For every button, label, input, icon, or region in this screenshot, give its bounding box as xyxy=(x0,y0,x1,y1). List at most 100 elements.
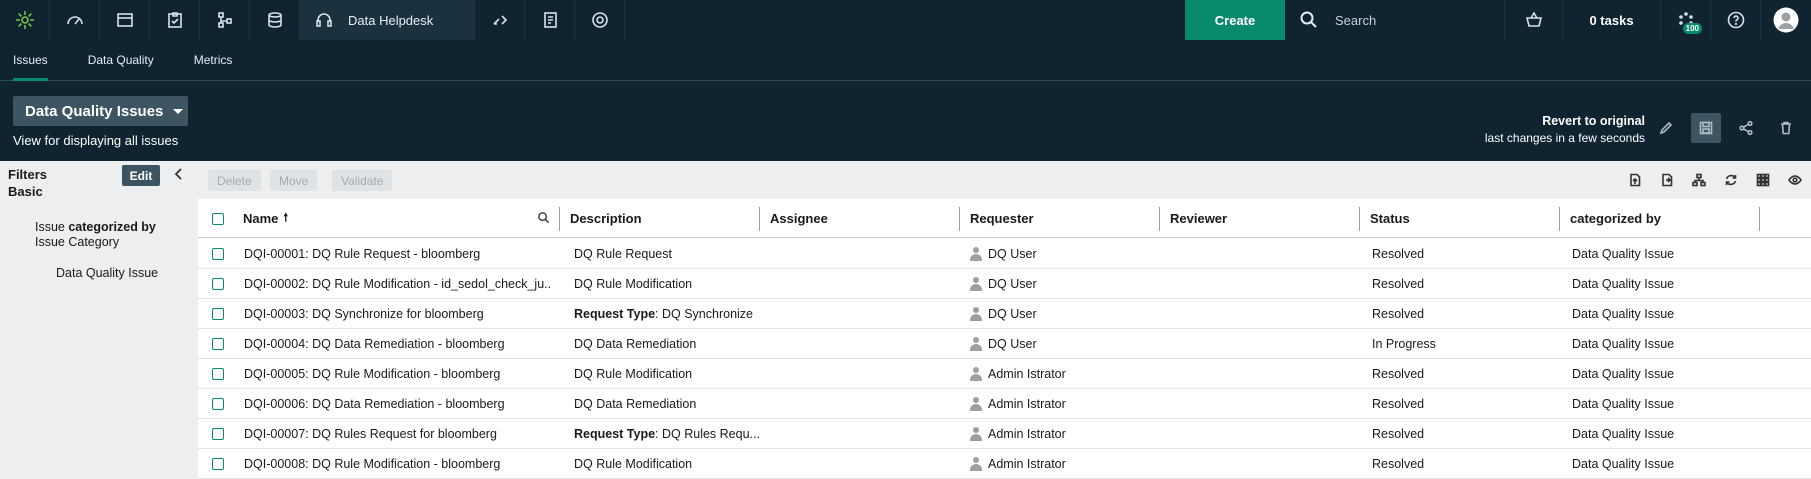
cell-requester[interactable]: DQ User xyxy=(970,239,1160,269)
column-header-reviewer[interactable]: Reviewer xyxy=(1170,199,1360,238)
database-icon[interactable] xyxy=(250,0,300,40)
filter-group-target: Issue Category xyxy=(35,235,120,249)
tab-issues[interactable]: Issues xyxy=(13,40,48,81)
revert-info[interactable]: Revert to original last changes in a few… xyxy=(1485,113,1645,147)
cell-name[interactable]: DQI-00006: DQ Data Remediation - bloombe… xyxy=(244,389,550,419)
row-checkbox[interactable] xyxy=(212,368,224,380)
cell-category[interactable]: Data Quality Issue xyxy=(1572,299,1674,329)
edit-view-button[interactable] xyxy=(1651,113,1681,143)
column-divider[interactable] xyxy=(559,207,560,231)
cell-requester[interactable]: Admin Istrator xyxy=(970,389,1160,419)
folder-icon[interactable] xyxy=(100,0,150,40)
grid-toolbar: Delete Move Validate xyxy=(198,161,1811,199)
app-switcher-data-helpdesk[interactable]: Data Helpdesk xyxy=(300,0,475,40)
dashboard-icon[interactable] xyxy=(50,0,100,40)
cell-category[interactable]: Data Quality Issue xyxy=(1572,239,1674,269)
save-view-button[interactable] xyxy=(1691,113,1721,143)
cell-requester[interactable]: Admin Istrator xyxy=(970,419,1160,449)
row-checkbox[interactable] xyxy=(212,248,224,260)
cell-requester[interactable]: DQ User xyxy=(970,329,1160,359)
row-checkbox[interactable] xyxy=(212,308,224,320)
cell-name[interactable]: DQI-00007: DQ Rules Request for bloomber… xyxy=(244,419,550,449)
user-icon xyxy=(970,247,982,261)
column-header-description[interactable]: Description xyxy=(570,199,760,238)
cell-name[interactable]: DQI-00002: DQ Rule Modification - id_sed… xyxy=(244,269,550,299)
table-row[interactable]: DQI-00003: DQ Synchronize for bloomberg … xyxy=(198,299,1811,329)
tasks-button[interactable]: 0 tasks xyxy=(1563,0,1661,40)
row-checkbox[interactable] xyxy=(212,428,224,440)
validate-button[interactable]: Validate xyxy=(332,170,393,191)
table-row[interactable]: DQI-00007: DQ Rules Request for bloomber… xyxy=(198,419,1811,449)
row-checkbox[interactable] xyxy=(212,398,224,410)
user-icon xyxy=(970,277,982,291)
edit-filters-button[interactable]: Edit xyxy=(122,165,160,186)
filter-value-data-quality-issue[interactable]: Data Quality Issue xyxy=(56,266,158,280)
delete-button[interactable]: Delete xyxy=(208,170,261,191)
table-row[interactable]: DQI-00008: DQ Rule Modification - bloomb… xyxy=(198,449,1811,479)
hierarchy-view-icon[interactable] xyxy=(1689,170,1709,190)
delete-view-button[interactable] xyxy=(1771,113,1801,143)
cell-category[interactable]: Data Quality Issue xyxy=(1572,269,1674,299)
eye-icon[interactable] xyxy=(1785,170,1805,190)
search-box[interactable]: Search xyxy=(1285,0,1505,40)
column-divider[interactable] xyxy=(959,207,960,231)
cell-name[interactable]: DQI-00001: DQ Rule Request - bloomberg xyxy=(244,239,550,269)
table-row[interactable]: DQI-00004: DQ Data Remediation - bloombe… xyxy=(198,329,1811,359)
revert-to-original-link[interactable]: Revert to original xyxy=(1542,114,1645,128)
column-header-name[interactable]: Name 🠕 xyxy=(243,199,560,238)
view-selector[interactable]: Data Quality Issues xyxy=(13,96,188,126)
export-icon[interactable] xyxy=(1625,170,1645,190)
row-checkbox[interactable] xyxy=(212,458,224,470)
basket-icon[interactable] xyxy=(1505,0,1563,40)
cell-requester[interactable]: DQ User xyxy=(970,299,1160,329)
column-divider[interactable] xyxy=(1159,207,1160,231)
column-header-assignee[interactable]: Assignee xyxy=(770,199,960,238)
row-checkbox[interactable] xyxy=(212,278,224,290)
hierarchy-icon[interactable] xyxy=(200,0,250,40)
cell-name[interactable]: DQI-00004: DQ Data Remediation - bloombe… xyxy=(244,329,550,359)
column-divider[interactable] xyxy=(1559,207,1560,231)
column-header-categorized-by[interactable]: categorized by xyxy=(1570,199,1760,238)
help-icon[interactable] xyxy=(1711,0,1761,40)
table-row[interactable]: DQI-00005: DQ Rule Modification - bloomb… xyxy=(198,359,1811,389)
create-button[interactable]: Create xyxy=(1185,0,1285,40)
select-all-checkbox[interactable] xyxy=(212,212,224,225)
clipboard-icon[interactable] xyxy=(150,0,200,40)
share-view-button[interactable] xyxy=(1731,113,1761,143)
cell-category[interactable]: Data Quality Issue xyxy=(1572,329,1674,359)
cell-name[interactable]: DQI-00003: DQ Synchronize for bloomberg xyxy=(244,299,550,329)
table-row[interactable]: DQI-00001: DQ Rule Request - bloomberg D… xyxy=(198,239,1811,269)
transfer-icon[interactable] xyxy=(475,0,525,40)
search-icon[interactable] xyxy=(537,211,550,227)
logo-icon[interactable] xyxy=(0,0,50,40)
cell-category[interactable]: Data Quality Issue xyxy=(1572,449,1674,479)
report-icon[interactable] xyxy=(525,0,575,40)
grid-layout-icon[interactable] xyxy=(1753,170,1773,190)
table-row[interactable]: DQI-00006: DQ Data Remediation - bloombe… xyxy=(198,389,1811,419)
row-checkbox[interactable] xyxy=(212,338,224,350)
cell-name[interactable]: DQI-00005: DQ Rule Modification - bloomb… xyxy=(244,359,550,389)
move-button[interactable]: Move xyxy=(270,170,318,191)
notification-icon[interactable]: 100 xyxy=(1661,0,1711,40)
tab-data-quality[interactable]: Data Quality xyxy=(88,40,154,80)
cell-requester[interactable]: Admin Istrator xyxy=(970,359,1160,389)
avatar-icon[interactable] xyxy=(1761,0,1811,40)
cell-name[interactable]: DQI-00008: DQ Rule Modification - bloomb… xyxy=(244,449,550,479)
cell-category[interactable]: Data Quality Issue xyxy=(1572,419,1674,449)
column-divider[interactable] xyxy=(759,207,760,231)
cell-requester[interactable]: Admin Istrator xyxy=(970,449,1160,479)
column-header-requester[interactable]: Requester xyxy=(970,199,1160,238)
import-icon[interactable] xyxy=(1657,170,1677,190)
gear-icon[interactable] xyxy=(575,0,625,40)
column-divider[interactable] xyxy=(1759,207,1760,231)
column-header-status[interactable]: Status xyxy=(1370,199,1560,238)
cell-requester[interactable]: DQ User xyxy=(970,269,1160,299)
cell-category[interactable]: Data Quality Issue xyxy=(1572,359,1674,389)
collapse-filters-button[interactable] xyxy=(172,167,186,181)
table-row[interactable]: DQI-00002: DQ Rule Modification - id_sed… xyxy=(198,269,1811,299)
refresh-icon[interactable] xyxy=(1721,170,1741,190)
column-divider[interactable] xyxy=(1359,207,1360,231)
search-input[interactable]: Search xyxy=(1335,13,1376,28)
tab-metrics[interactable]: Metrics xyxy=(194,40,233,80)
cell-category[interactable]: Data Quality Issue xyxy=(1572,389,1674,419)
